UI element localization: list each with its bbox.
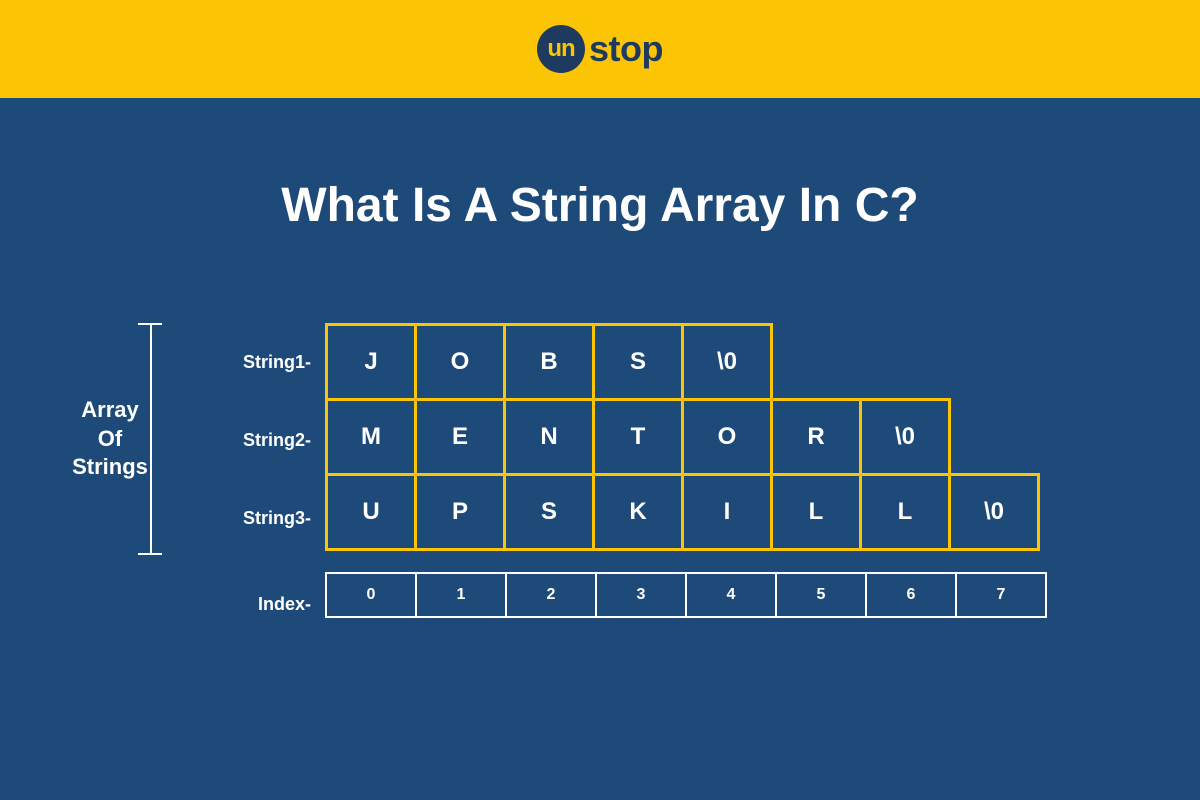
array-cell: P (414, 473, 506, 551)
string-row-2: MENTOR\0 (325, 398, 1045, 473)
bracket-bottom-cap (138, 553, 162, 555)
array-cell: J (325, 323, 417, 401)
array-cell: B (503, 323, 595, 401)
bracket-column: ArrayOfStrings (75, 323, 205, 555)
bracket-label: ArrayOfStrings (65, 396, 155, 482)
header-banner: un stop (0, 0, 1200, 98)
row-label-3: String3- (205, 479, 325, 557)
index-row: 01234567 (325, 572, 1045, 618)
index-cell: 4 (685, 572, 777, 618)
index-cell: 3 (595, 572, 687, 618)
array-cell: S (592, 323, 684, 401)
logo: un stop (537, 25, 663, 73)
logo-circle: un (537, 25, 585, 73)
index-label: Index- (205, 581, 325, 627)
string-row-3: UPSKILL\0 (325, 473, 1045, 548)
array-cell: I (681, 473, 773, 551)
logo-text: stop (589, 28, 663, 70)
row-label-1: String1- (205, 323, 325, 401)
string-row-1: JOBS\0 (325, 323, 1045, 398)
row-labels-column: String1- String2- String3- Index- (205, 323, 325, 627)
page-title: What Is A String Array In C? (0, 178, 1200, 233)
array-cell: R (770, 398, 862, 476)
array-cell: N (503, 398, 595, 476)
array-cell: \0 (948, 473, 1040, 551)
array-cell: O (681, 398, 773, 476)
array-cell: M (325, 398, 417, 476)
array-cell: S (503, 473, 595, 551)
array-cell: \0 (681, 323, 773, 401)
index-cell: 6 (865, 572, 957, 618)
grid-column: JOBS\0 MENTOR\0 UPSKILL\0 01234567 (325, 323, 1045, 627)
array-cell: O (414, 323, 506, 401)
array-cell: \0 (859, 398, 951, 476)
array-cell: L (770, 473, 862, 551)
index-cell: 1 (415, 572, 507, 618)
array-cell: U (325, 473, 417, 551)
string-array-diagram: ArrayOfStrings String1- String2- String3… (0, 323, 1200, 627)
index-cell: 0 (325, 572, 417, 618)
row-label-2: String2- (205, 401, 325, 479)
array-cell: K (592, 473, 684, 551)
index-cell: 2 (505, 572, 597, 618)
array-cell: T (592, 398, 684, 476)
array-cell: E (414, 398, 506, 476)
index-cell: 5 (775, 572, 867, 618)
array-cell: L (859, 473, 951, 551)
index-cell: 7 (955, 572, 1047, 618)
